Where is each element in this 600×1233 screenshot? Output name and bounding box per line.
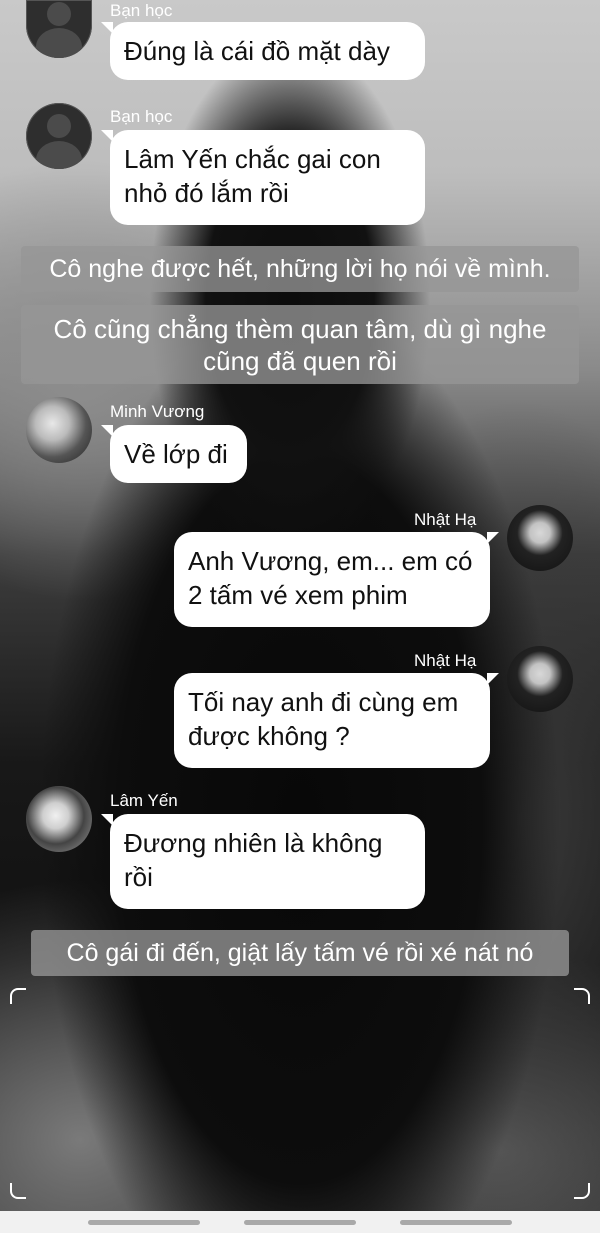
nav-gesture-pill[interactable] [400,1220,512,1225]
message-bubble[interactable]: Lâm Yến chắc gai con nhỏ đó lắm rồi [101,130,425,225]
narration-box: Cô gái đi đến, giật lấy tấm vé rồi xé ná… [31,930,569,976]
sender-name: Lâm Yến [110,791,178,810]
default-avatar-icon[interactable] [26,103,92,169]
message-bubble[interactable]: Về lớp đi [101,425,247,483]
system-nav-bar [0,1211,600,1233]
nhat-ha-avatar[interactable] [507,646,573,712]
sender-name: Bạn học [110,107,173,126]
frame-corner [10,1183,26,1199]
message-bubble[interactable]: Đương nhiên là không rồi [101,814,425,909]
sender-name: Nhật Hạ [414,510,477,529]
sender-name: Minh Vương [110,402,205,421]
message-bubble[interactable]: Tối nay anh đi cùng em được không ? [174,673,499,768]
frame-corner [574,988,590,1004]
sender-name: Bạn học [110,1,173,20]
message-bubble[interactable]: Đúng là cái đồ mặt dày [101,22,425,80]
message-bubble[interactable]: Anh Vương, em... em có 2 tấm vé xem phim [174,532,499,627]
narration-box: Cô nghe được hết, những lời họ nói về mì… [21,246,579,292]
nav-gesture-pill[interactable] [88,1220,200,1225]
nav-gesture-pill[interactable] [244,1220,356,1225]
frame-corner [574,1183,590,1199]
lam-yen-avatar[interactable] [26,786,92,852]
minh-vuong-avatar[interactable] [26,397,92,463]
frame-corner [10,988,26,1004]
nhat-ha-avatar[interactable] [507,505,573,571]
sender-name: Nhật Hạ [414,651,477,670]
narration-box: Cô cũng chẳng thèm quan tâm, dù gì nghe … [21,305,579,384]
